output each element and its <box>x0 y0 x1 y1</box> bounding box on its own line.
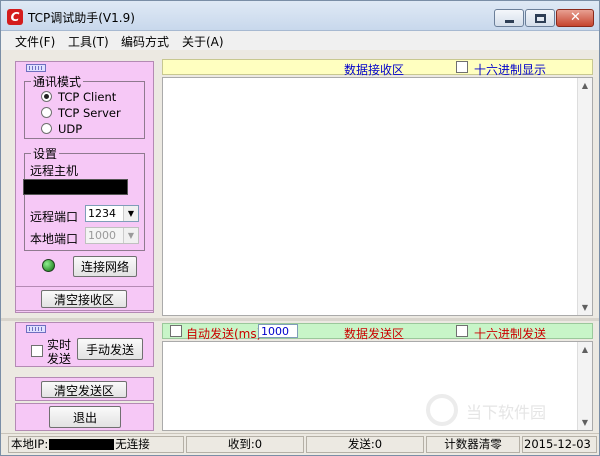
local-port-label: 本地端口 <box>30 232 79 246</box>
radio-selected-icon[interactable] <box>41 91 52 102</box>
settings-title: 设置 <box>31 145 60 162</box>
pin-icon[interactable] <box>26 64 46 72</box>
auto-send-interval-input[interactable]: 1000 <box>258 324 298 338</box>
minimize-button[interactable] <box>494 9 524 27</box>
watermark-text: 当下软件园 <box>466 403 547 422</box>
scroll-down-icon[interactable]: ▼ <box>578 300 592 315</box>
connect-button[interactable]: 连接网络 <box>73 256 137 277</box>
pin-icon[interactable] <box>26 325 46 333</box>
watermark-logo-icon <box>426 394 458 426</box>
recv-header: 数据接收区 十六进制显示 <box>162 59 593 77</box>
recv-scrollbar[interactable]: ▲ ▼ <box>577 78 592 315</box>
status-bar: 本地IP: 无连接 收到:0 发送:0 计数器清零 2015-12-03 <box>1 433 599 455</box>
status-sent: 发送:0 <box>306 436 424 453</box>
status-local-ip: 本地IP: 无连接 <box>8 436 184 453</box>
auto-send-label: 自动发送(ms) <box>186 327 262 341</box>
local-port-select: 1000 ▼ <box>85 227 139 244</box>
menu-tools[interactable]: 工具(T) <box>68 33 109 50</box>
counter-clear-button[interactable]: 计数器清零 <box>426 436 520 453</box>
scroll-up-icon[interactable]: ▲ <box>578 342 592 357</box>
local-port-value: 1000 <box>88 229 116 242</box>
status-date: 2015-12-03 <box>522 436 597 453</box>
maximize-button[interactable] <box>525 9 555 27</box>
app-window: C TCP调试助手(V1.9) ✕ 文件(F) 工具(T) 编码方式 关于(A)… <box>0 0 600 456</box>
scroll-up-icon[interactable]: ▲ <box>578 78 592 93</box>
hex-display-label: 十六进制显示 <box>474 63 547 77</box>
settings-panel: 通讯模式 TCP Client TCP Server UDP 设置 远程主机 远… <box>15 61 154 313</box>
menu-about[interactable]: 关于(A) <box>182 33 224 50</box>
menu-encoding[interactable]: 编码方式 <box>121 33 169 50</box>
send-header: 自动发送(ms) 1000 数据发送区 十六进制发送 <box>162 323 593 341</box>
connection-status-led <box>42 259 55 272</box>
comm-mode-group: 通讯模式 TCP Client TCP Server UDP <box>24 73 145 139</box>
send-header-title: 数据发送区 <box>344 327 405 341</box>
hex-send-checkbox[interactable] <box>456 325 468 337</box>
radio-icon[interactable] <box>41 107 52 118</box>
clear-send-bar: 清空发送区 <box>15 377 154 401</box>
close-button[interactable]: ✕ <box>556 9 594 27</box>
radio-tcp-server-label: TCP Server <box>58 106 121 120</box>
clear-recv-bar: 清空接收区 <box>15 286 154 311</box>
menu-file[interactable]: 文件(F) <box>15 33 55 50</box>
local-ip-label: 本地IP: <box>11 437 49 451</box>
app-logo-icon: C <box>7 9 23 25</box>
remote-port-value: 1234 <box>88 207 116 220</box>
scroll-down-icon[interactable]: ▼ <box>578 415 592 430</box>
send-control-panel: 实时 发送 手动发送 <box>15 322 154 367</box>
chevron-down-icon[interactable]: ▼ <box>123 206 138 221</box>
clear-send-button[interactable]: 清空发送区 <box>41 381 127 398</box>
send-scrollbar[interactable]: ▲ ▼ <box>577 342 592 430</box>
realtime-send-label-2: 发送 <box>47 352 72 366</box>
remote-port-select[interactable]: 1234 ▼ <box>85 205 139 222</box>
manual-send-button[interactable]: 手动发送 <box>77 338 143 360</box>
remote-port-label: 远程端口 <box>30 210 79 224</box>
chevron-down-icon: ▼ <box>123 228 138 243</box>
remote-host-input[interactable] <box>23 179 128 195</box>
window-title: TCP调试助手(V1.9) <box>28 11 135 25</box>
realtime-send-checkbox[interactable] <box>31 345 43 357</box>
minimize-icon <box>505 20 514 23</box>
hex-send-label: 十六进制发送 <box>474 327 547 341</box>
remote-host-label: 远程主机 <box>30 164 79 178</box>
comm-mode-title: 通讯模式 <box>31 73 84 90</box>
title-bar[interactable]: C TCP调试助手(V1.9) ✕ <box>1 1 599 31</box>
recv-textarea[interactable]: ▲ ▼ <box>162 77 593 316</box>
radio-udp-label: UDP <box>58 122 83 136</box>
auto-send-checkbox[interactable] <box>170 325 182 337</box>
radio-tcp-client-label: TCP Client <box>58 90 117 104</box>
pane-divider[interactable] <box>1 318 599 321</box>
exit-button[interactable]: 退出 <box>49 406 121 428</box>
exit-bar: 退出 <box>15 403 154 431</box>
maximize-icon <box>535 14 546 23</box>
status-received: 收到:0 <box>186 436 304 453</box>
radio-icon[interactable] <box>41 123 52 134</box>
local-ip-value <box>49 439 115 450</box>
recv-header-title: 数据接收区 <box>344 63 405 77</box>
menu-bar: 文件(F) 工具(T) 编码方式 关于(A) <box>1 31 599 50</box>
connection-status: 无连接 <box>115 437 150 451</box>
close-icon: ✕ <box>570 10 581 25</box>
clear-recv-button[interactable]: 清空接收区 <box>41 290 127 308</box>
hex-display-checkbox[interactable] <box>456 61 468 73</box>
